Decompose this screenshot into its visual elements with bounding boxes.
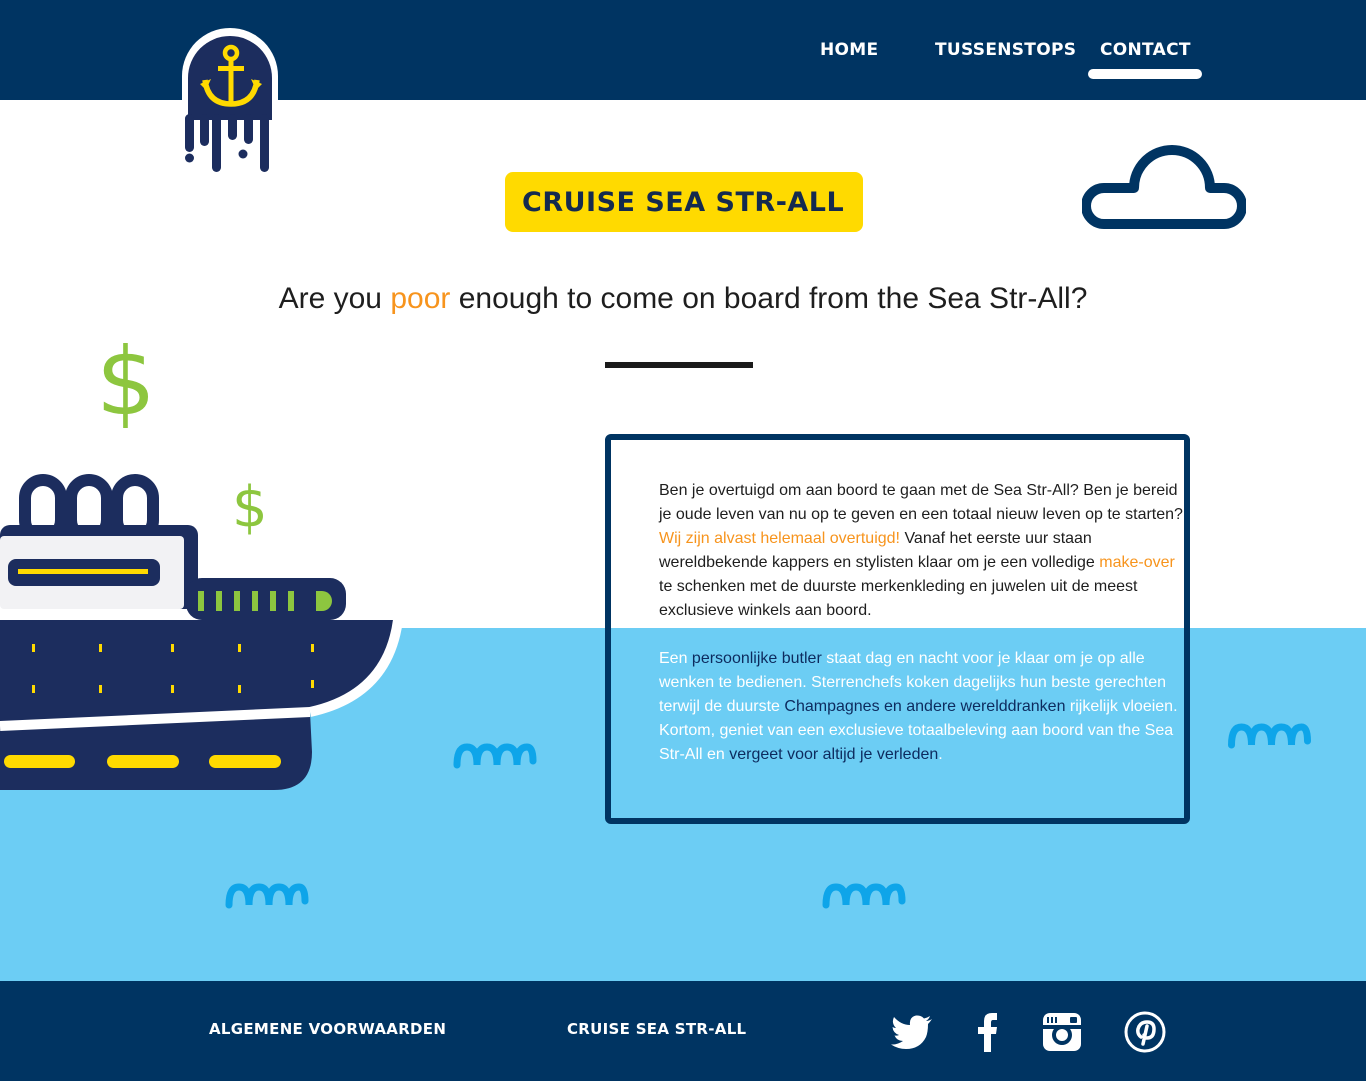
- facebook-icon[interactable]: [966, 1010, 1010, 1054]
- para2-text: .: [938, 746, 943, 763]
- para1-text: Ben je overtuigd om aan boord te gaan me…: [659, 482, 1183, 523]
- dollar-icon: $: [232, 475, 268, 540]
- twitter-icon[interactable]: [890, 1010, 934, 1054]
- cruise-ship-illustration: [0, 474, 403, 790]
- wave-icon: [453, 743, 537, 769]
- nav-contact[interactable]: CONTACT: [1100, 40, 1191, 60]
- instagram-icon[interactable]: [1040, 1010, 1084, 1054]
- para2-text: Een: [659, 650, 692, 667]
- cloud-icon: [1082, 145, 1246, 229]
- dollar-icon: $: [96, 328, 156, 437]
- nav-active-indicator: [1088, 69, 1202, 79]
- nav-home[interactable]: HOME: [820, 40, 878, 60]
- footer-link-cruise[interactable]: CRUISE SEA STR-ALL: [567, 1020, 746, 1038]
- pinterest-icon[interactable]: [1123, 1010, 1167, 1054]
- para2-highlight: Champagnes en andere werelddranken: [784, 698, 1066, 715]
- nav-tussenstops[interactable]: TUSSENSTOPS: [935, 40, 1076, 60]
- intro-paragraph: Ben je overtuigd om aan boord te gaan me…: [659, 479, 1183, 623]
- para2-highlight: vergeet voor altijd je verleden: [729, 746, 939, 763]
- headline-text-end: enough to come on board from the Sea Str…: [450, 282, 1088, 315]
- para1-highlight: Wij zijn alvast helemaal overtuigd!: [659, 530, 900, 547]
- headline-divider: [605, 362, 753, 368]
- detail-paragraph: Een persoonlijke butler staat dag en nac…: [659, 647, 1183, 767]
- anchor-logo[interactable]: [178, 24, 282, 174]
- para1-text: te schenken met de duurste merkenkleding…: [659, 578, 1138, 619]
- page-title: CRUISE SEA STR-ALL: [522, 187, 845, 218]
- para2-highlight: persoonlijke butler: [691, 650, 822, 667]
- footer-link-terms[interactable]: ALGEMENE VOORWAARDEN: [209, 1020, 446, 1038]
- para1-highlight: make-over: [1099, 554, 1175, 571]
- headline-highlight: poor: [390, 282, 451, 315]
- wave-icon: [1228, 723, 1311, 749]
- wave-icon: [225, 883, 309, 909]
- headline-text-start: Are you: [278, 282, 391, 315]
- headline: Are you poor enough to come on board fro…: [0, 282, 1366, 316]
- wave-icon: [822, 883, 906, 909]
